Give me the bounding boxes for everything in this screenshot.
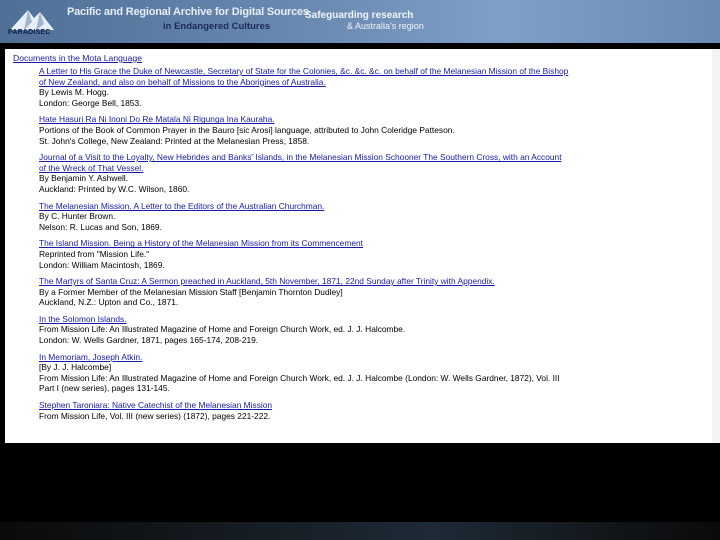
document-title-link[interactable]: Journal of a Visit to the Loyalty, New H… <box>39 152 709 163</box>
scrollbar[interactable] <box>712 49 720 443</box>
tagline-secondary: & Australia's region <box>347 21 424 31</box>
document-entry: Stephen Taroniara: Native Catechist of t… <box>39 400 709 421</box>
document-publication: St. John's College, New Zealand: Printed… <box>39 135 310 146</box>
footer-strip <box>0 522 720 540</box>
document-title-link[interactable]: In the Solomon Islands. <box>39 314 709 325</box>
document-source: From Mission Life, Vol. III (new series)… <box>39 410 271 421</box>
document-title-link[interactable]: Hate Hasuri Ra Ni Inoni Do Re Matala Ni … <box>39 114 709 125</box>
document-publication: Auckland, N.Z.: Upton and Co., 1871. <box>39 297 179 308</box>
document-entry: In Memoriam, Joseph Atkin. [By J. J. Hal… <box>39 352 709 394</box>
document-title-link[interactable]: The Martyrs of Santa Cruz: A Sermon prea… <box>39 276 709 287</box>
document-author: By Benjamin Y. Ashwell. <box>39 173 129 184</box>
document-publication: Nelson: R. Lucas and Son, 1869. <box>39 221 162 232</box>
document-pages: Part I (new series), pages 131-145. <box>39 383 170 394</box>
logo-label: PARADISEC <box>8 29 51 36</box>
document-publication: London: William Macintosh, 1869. <box>39 259 165 270</box>
document-entry: In the Solomon Islands. From Mission Lif… <box>39 314 709 346</box>
document-title-link[interactable]: The Island Mission. Being a History of t… <box>39 238 709 249</box>
document-author: [By J. J. Halcombe] <box>39 362 112 373</box>
document-author: By Lewis M. Hogg. <box>39 87 109 98</box>
paradisec-logo-icon <box>10 10 54 30</box>
document-publication: London: W. Wells Gardner, 1871, pages 16… <box>39 335 259 346</box>
document-entry: The Island Mission. Being a History of t… <box>39 238 709 270</box>
document-source: From Mission Life: An Illustrated Magazi… <box>39 324 406 335</box>
document-title-link[interactable]: Stephen Taroniara: Native Catechist of t… <box>39 400 709 411</box>
document-publication: London: George Bell, 1853. <box>39 97 142 108</box>
content-panel: Documents in the Mota Language A Letter … <box>5 49 712 443</box>
header-banner: PARADISEC Pacific and Regional Archive f… <box>0 0 720 43</box>
document-source: From Mission Life: An Illustrated Magazi… <box>39 372 560 383</box>
site-title: Pacific and Regional Archive for Digital… <box>67 6 309 18</box>
document-title-link[interactable]: A Letter to His Grace the Duke of Newcas… <box>39 66 709 77</box>
document-author: By a Former Member of the Melanesian Mis… <box>39 286 343 297</box>
document-entry: A Letter to His Grace the Duke of Newcas… <box>39 66 709 108</box>
document-entry: The Martyrs of Santa Cruz: A Sermon prea… <box>39 276 709 308</box>
page-heading-link[interactable]: Documents in the Mota Language <box>13 53 142 63</box>
document-note: Reprinted from "Mission Life." <box>39 248 150 259</box>
document-entry: Hate Hasuri Ra Ni Inoni Do Re Matala Ni … <box>39 114 709 146</box>
document-entry: The Melanesian Mission. A Letter to the … <box>39 201 709 233</box>
document-title-link[interactable]: In Memoriam, Joseph Atkin. <box>39 352 709 363</box>
document-entry: Journal of a Visit to the Loyalty, New H… <box>39 152 709 194</box>
document-list: A Letter to His Grace the Duke of Newcas… <box>39 66 709 427</box>
site-subtitle: in Endangered Cultures <box>163 21 271 32</box>
document-description: Portions of the Book of Common Prayer in… <box>39 124 455 135</box>
document-title-link-cont[interactable]: of New Zealand, and also on behalf of Mi… <box>39 77 709 88</box>
document-title-link[interactable]: The Melanesian Mission. A Letter to the … <box>39 201 709 212</box>
document-title-link-cont[interactable]: of the Wreck of That Vessel. <box>39 163 709 174</box>
document-publication: Auckland: Printed by W.C. Wilson, 1860. <box>39 183 190 194</box>
tagline-primary: Safeguarding research <box>305 10 414 21</box>
document-author: By C. Hunter Brown. <box>39 211 116 222</box>
